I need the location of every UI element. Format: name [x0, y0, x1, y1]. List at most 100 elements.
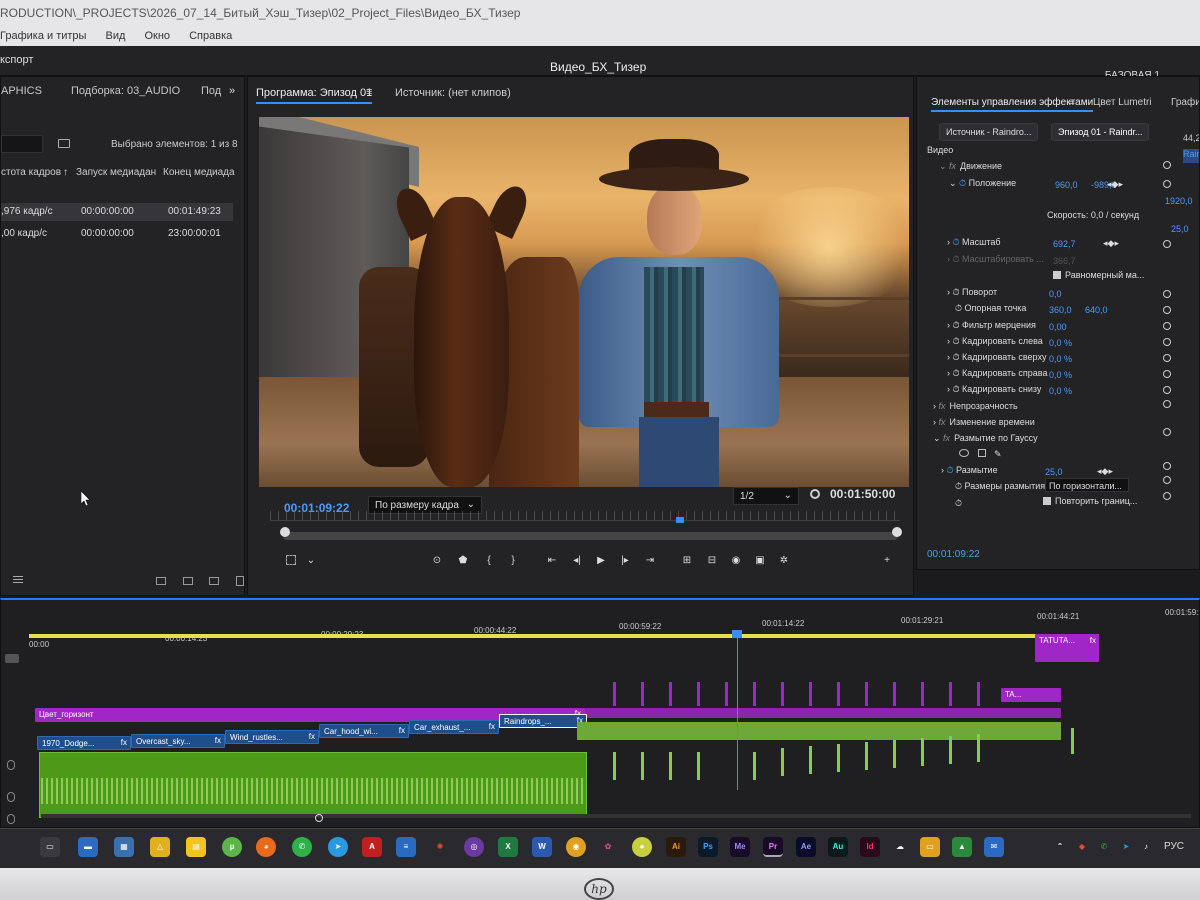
title-clip[interactable]: TATUTA... fx [1035, 634, 1099, 662]
audio-marker[interactable] [893, 740, 896, 768]
new-item-icon[interactable] [209, 577, 219, 585]
video-clip[interactable]: Overcast_sky... fx [131, 734, 225, 748]
video-clip[interactable]: Car_exhaust_... fx [409, 720, 499, 734]
notepad-icon[interactable]: ≡ [396, 837, 416, 857]
audio-marker[interactable] [669, 752, 672, 780]
top-right-clip-label[interactable]: Raine [1183, 149, 1199, 163]
chart-app-icon[interactable]: ▲ [952, 837, 972, 857]
audio-marker[interactable] [613, 752, 616, 780]
clip-marker[interactable] [613, 682, 616, 706]
clip-marker[interactable] [809, 682, 812, 706]
reset-icon[interactable] [1163, 290, 1171, 298]
tray-telegram-icon[interactable]: ➤ [1116, 837, 1136, 857]
lift-icon[interactable]: ⊙ [430, 555, 444, 567]
firefox-icon[interactable]: ◕ [256, 837, 276, 857]
reset-icon[interactable] [1163, 322, 1171, 330]
export-tab[interactable]: кспорт [0, 54, 33, 66]
monitor-playhead[interactable] [676, 517, 684, 523]
illustrator-icon[interactable]: Ai [666, 837, 686, 857]
photoshop-icon[interactable]: Ps [698, 837, 718, 857]
rectangle-mask-icon[interactable] [977, 449, 986, 457]
param-position[interactable]: ⌄ ⏱ Положение [949, 178, 1016, 192]
pen-icon[interactable]: ✎ [994, 449, 1002, 459]
freeform-icon[interactable] [156, 577, 166, 585]
reset-icon[interactable] [1163, 462, 1171, 470]
language-indicator[interactable]: РУС [1164, 841, 1184, 852]
param-blur[interactable]: › ⏱ Размытие [941, 465, 998, 479]
menu-lines-icon[interactable]: ≡ [366, 86, 372, 98]
audio-marker[interactable] [753, 752, 756, 780]
effect-gaussian-blur[interactable]: ⌄ fx Размытие по Гауссу [933, 433, 1038, 447]
crop-left-value[interactable]: 0,0 % [1049, 338, 1072, 352]
tray-chevron-icon[interactable]: ⌃ [1050, 837, 1070, 857]
keyframe-nav-icon[interactable]: ◂◆▸ [1103, 238, 1119, 252]
menu-graphics[interactable]: Графика и титры [0, 30, 86, 42]
tray-app-icon[interactable]: ◆ [1072, 837, 1092, 857]
repeat-edges-checkbox[interactable]: Повторить границ... [1043, 496, 1137, 510]
menu-view[interactable]: Вид [106, 30, 126, 42]
resolution-select[interactable]: 1/2 ⌄ [733, 487, 799, 505]
tab-graphics[interactable]: APHICS [1, 85, 42, 97]
column-media-start[interactable]: Запуск медиадан [76, 167, 156, 178]
excel-icon[interactable]: X [498, 837, 518, 857]
audio-marker[interactable] [781, 748, 784, 776]
keyframe-nav-icon[interactable]: ◂◆▸ [1107, 179, 1123, 193]
sticky-notes-icon[interactable]: ▤ [186, 837, 206, 857]
adjustment-clips[interactable] [585, 708, 1061, 718]
list-item[interactable]: ,00 кадр/с 00:00:00:00 23:00:00:01 [1, 225, 233, 243]
param-crop-right[interactable]: › ⏱ Кадрировать справа [947, 368, 1047, 382]
media-encoder-icon[interactable]: Me [730, 837, 750, 857]
param-anchor[interactable]: ⏱ Опорная точка [955, 303, 1026, 317]
scrollbar-handle[interactable] [315, 814, 323, 822]
ta-clip[interactable]: TA... [1001, 688, 1061, 702]
go-to-out-icon[interactable]: ⇥ [643, 555, 657, 567]
microphone-icon[interactable] [7, 760, 15, 770]
position-x-value[interactable]: 960,0 [1055, 180, 1078, 194]
scrollbar-handle-right[interactable] [892, 527, 902, 537]
monitor-time-ruler[interactable] [270, 511, 900, 521]
after-effects-icon[interactable]: Ae [796, 837, 816, 857]
reset-icon[interactable] [1163, 338, 1171, 346]
video-clip[interactable]: 1970_Dodge... fx [37, 736, 131, 750]
audio-marker[interactable] [949, 736, 952, 764]
clip-marker[interactable] [921, 682, 924, 706]
timeline-scrollbar[interactable] [41, 814, 1191, 818]
reset-icon[interactable] [1163, 354, 1171, 362]
audio-marker[interactable] [837, 744, 840, 772]
crop-right-value[interactable]: 0,0 % [1049, 370, 1072, 384]
audio-marker[interactable] [921, 738, 924, 766]
tab-graphics[interactable]: Графи [1171, 97, 1199, 108]
effect-time-remap[interactable]: › fx Изменение времени [933, 417, 1035, 431]
pdf-icon[interactable]: A [362, 837, 382, 857]
tennis-app-icon[interactable]: ● [632, 837, 652, 857]
marker-icon[interactable]: ⬟ [456, 555, 470, 567]
tray-whatsapp-icon[interactable]: ✆ [1094, 837, 1114, 857]
param-blur-dimensions[interactable]: ⏱ Размеры размытия [955, 481, 1045, 495]
video-clip-selected[interactable]: Raindrops_... fx [499, 714, 587, 728]
new-bin-icon[interactable] [183, 577, 193, 585]
tab-program[interactable]: Программа: Эпизод 01 [256, 87, 373, 104]
asterisk-app-icon[interactable]: ✺ [430, 837, 450, 857]
calculator-icon[interactable]: ▦ [114, 837, 134, 857]
step-back-icon[interactable]: ◂| [570, 555, 584, 567]
video-clip[interactable]: Car_hood_wi... fx [319, 724, 409, 738]
play-icon[interactable]: ▶ [594, 555, 608, 567]
sort-arrow-icon[interactable]: ↑ [63, 167, 68, 178]
ellipse-mask-icon[interactable] [959, 449, 969, 457]
insert-icon[interactable]: ⊞ [680, 555, 694, 567]
audio-marker[interactable] [865, 742, 868, 770]
rotation-value[interactable]: 0,0 [1049, 289, 1062, 303]
param-scale[interactable]: › ⏱ Масштаб [947, 237, 1001, 251]
overwrite-icon[interactable]: ⊟ [705, 555, 719, 567]
zoom-scrollbar[interactable] [283, 532, 898, 540]
clip-marker[interactable] [977, 682, 980, 706]
comparison-view-icon[interactable]: ▣ [753, 555, 767, 567]
word-icon[interactable]: W [532, 837, 552, 857]
telegram-icon[interactable]: ➤ [328, 837, 348, 857]
tray-mic-icon[interactable]: ♪ [1136, 837, 1156, 857]
audio-marker[interactable] [809, 746, 812, 774]
clip-marker[interactable] [865, 682, 868, 706]
stopwatch-icon[interactable]: ⏱ [955, 498, 962, 512]
reset-icon[interactable] [1163, 306, 1171, 314]
microphone-icon[interactable] [7, 792, 15, 802]
